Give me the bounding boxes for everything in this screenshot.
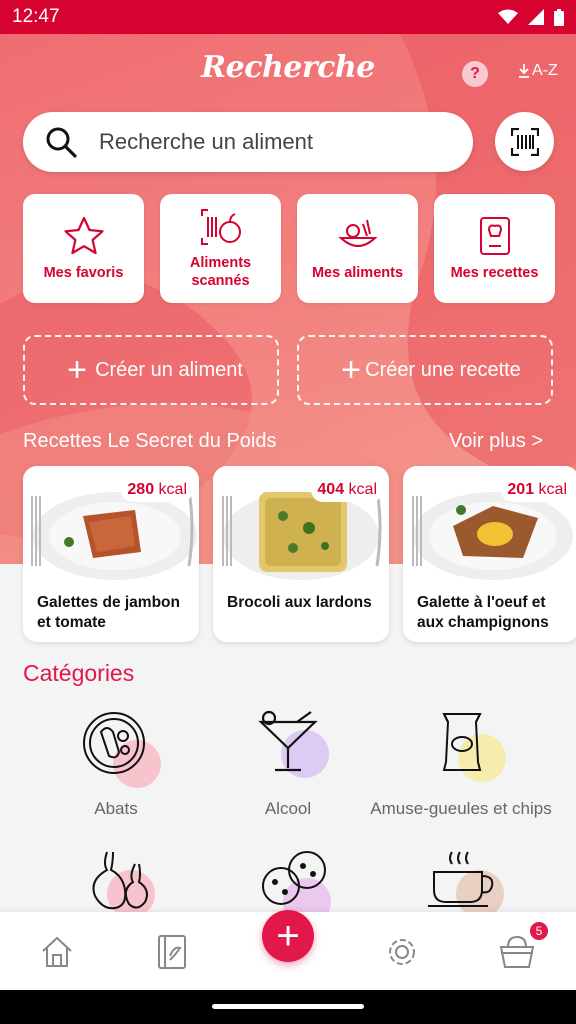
onion-icon <box>92 851 148 910</box>
category-item[interactable]: Abats <box>21 708 211 819</box>
wifi-icon <box>498 9 518 24</box>
battery-icon <box>554 8 564 26</box>
home-gesture-handle[interactable] <box>212 1004 364 1009</box>
create-food-button[interactable]: + Créer un aliment <box>23 335 279 405</box>
status-bar: 12:47 <box>0 0 576 34</box>
kcal-value: 201 <box>507 481 535 498</box>
tile-my-recipes[interactable]: Mes recettes <box>434 194 555 303</box>
see-more-link[interactable]: Voir plus > <box>449 430 543 453</box>
basket-icon <box>499 935 535 968</box>
journal-icon <box>158 935 186 969</box>
kcal-unit: kcal <box>538 481 567 498</box>
create-recipe-label: Créer une recette <box>365 358 521 381</box>
tile-my-foods[interactable]: Mes aliments <box>297 194 418 303</box>
barcode-icon <box>510 127 539 156</box>
kcal-badge: 404 kcal <box>311 478 383 502</box>
category-item[interactable]: Amuse-gueules et chips <box>366 708 556 819</box>
search-icon <box>46 127 77 158</box>
kcal-badge: 201 kcal <box>501 478 573 502</box>
home-icon <box>42 936 72 967</box>
kcal-unit: kcal <box>158 481 187 498</box>
recipe-name: Galette à l'oeuf et aux champignons <box>417 594 549 631</box>
section-title: Recettes Le Secret du Poids <box>23 430 277 452</box>
sausage-plate-icon <box>83 712 145 774</box>
tile-label: Mes favoris <box>43 264 124 281</box>
barcode-scan-button[interactable] <box>495 112 554 171</box>
category-item[interactable]: Alcool <box>193 708 383 819</box>
tile-label: Mes recettes <box>450 264 539 281</box>
category-label: Alcool <box>264 799 312 818</box>
tile-scanned-foods[interactable]: Aliments scannés <box>160 194 281 303</box>
food-icon <box>337 219 378 247</box>
sort-az-button[interactable]: A-Z <box>518 62 558 80</box>
status-time: 12:47 <box>12 6 60 27</box>
recipe-card[interactable]: 280 kcal Galettes de jambon et tomate <box>23 466 199 642</box>
recipe-card[interactable]: 404 kcal Brocoli aux lardons <box>213 466 389 642</box>
star-icon <box>63 216 104 254</box>
sort-label: A-Z <box>532 62 558 79</box>
basket-badge: 5 <box>528 920 550 942</box>
scan-food-icon <box>200 208 241 245</box>
search-placeholder: Recherche un aliment <box>99 129 314 154</box>
add-fab-button[interactable]: + <box>262 910 314 962</box>
kcal-badge: 280 kcal <box>121 478 193 502</box>
kcal-unit: kcal <box>348 481 377 498</box>
nav-home[interactable] <box>37 932 77 972</box>
recipe-name: Brocoli aux lardons <box>227 594 372 611</box>
kcal-value: 280 <box>127 481 155 498</box>
search-input[interactable]: Recherche un aliment <box>23 112 473 172</box>
cocktail-icon <box>258 710 318 772</box>
tile-label: Aliments scannés <box>189 254 252 289</box>
coffee-cup-icon <box>428 851 494 907</box>
plus-icon: + <box>341 351 361 389</box>
category-label: Abats <box>94 799 138 818</box>
nav-journal[interactable] <box>152 932 192 972</box>
recipe-card[interactable]: 201 kcal Galette à l'oeuf et aux champig… <box>403 466 576 642</box>
recipes-section-header: Recettes Le Secret du Poids Voir plus > <box>23 430 543 453</box>
category-label: Amuse-gueules et chips <box>370 799 552 818</box>
plus-icon: + <box>67 351 87 389</box>
page-title: Recherche <box>201 50 375 85</box>
help-button[interactable]: ? <box>462 61 488 87</box>
chips-bag-icon <box>442 713 482 771</box>
signal-icon <box>528 9 544 25</box>
settings-icon <box>389 939 415 965</box>
nav-settings[interactable] <box>382 932 422 972</box>
download-arrow-icon <box>519 64 529 78</box>
create-recipe-button[interactable]: + Créer une recette <box>297 335 553 405</box>
tile-favorites[interactable]: Mes favoris <box>23 194 144 303</box>
tile-label: Mes aliments <box>311 264 404 281</box>
kcal-value: 404 <box>317 481 345 498</box>
create-food-label: Créer un aliment <box>95 358 243 381</box>
recipe-book-icon <box>479 216 510 255</box>
recipe-name: Galettes de jambon et tomate <box>37 594 180 631</box>
cookies-icon <box>262 851 326 905</box>
categories-title: Catégories <box>23 660 135 686</box>
